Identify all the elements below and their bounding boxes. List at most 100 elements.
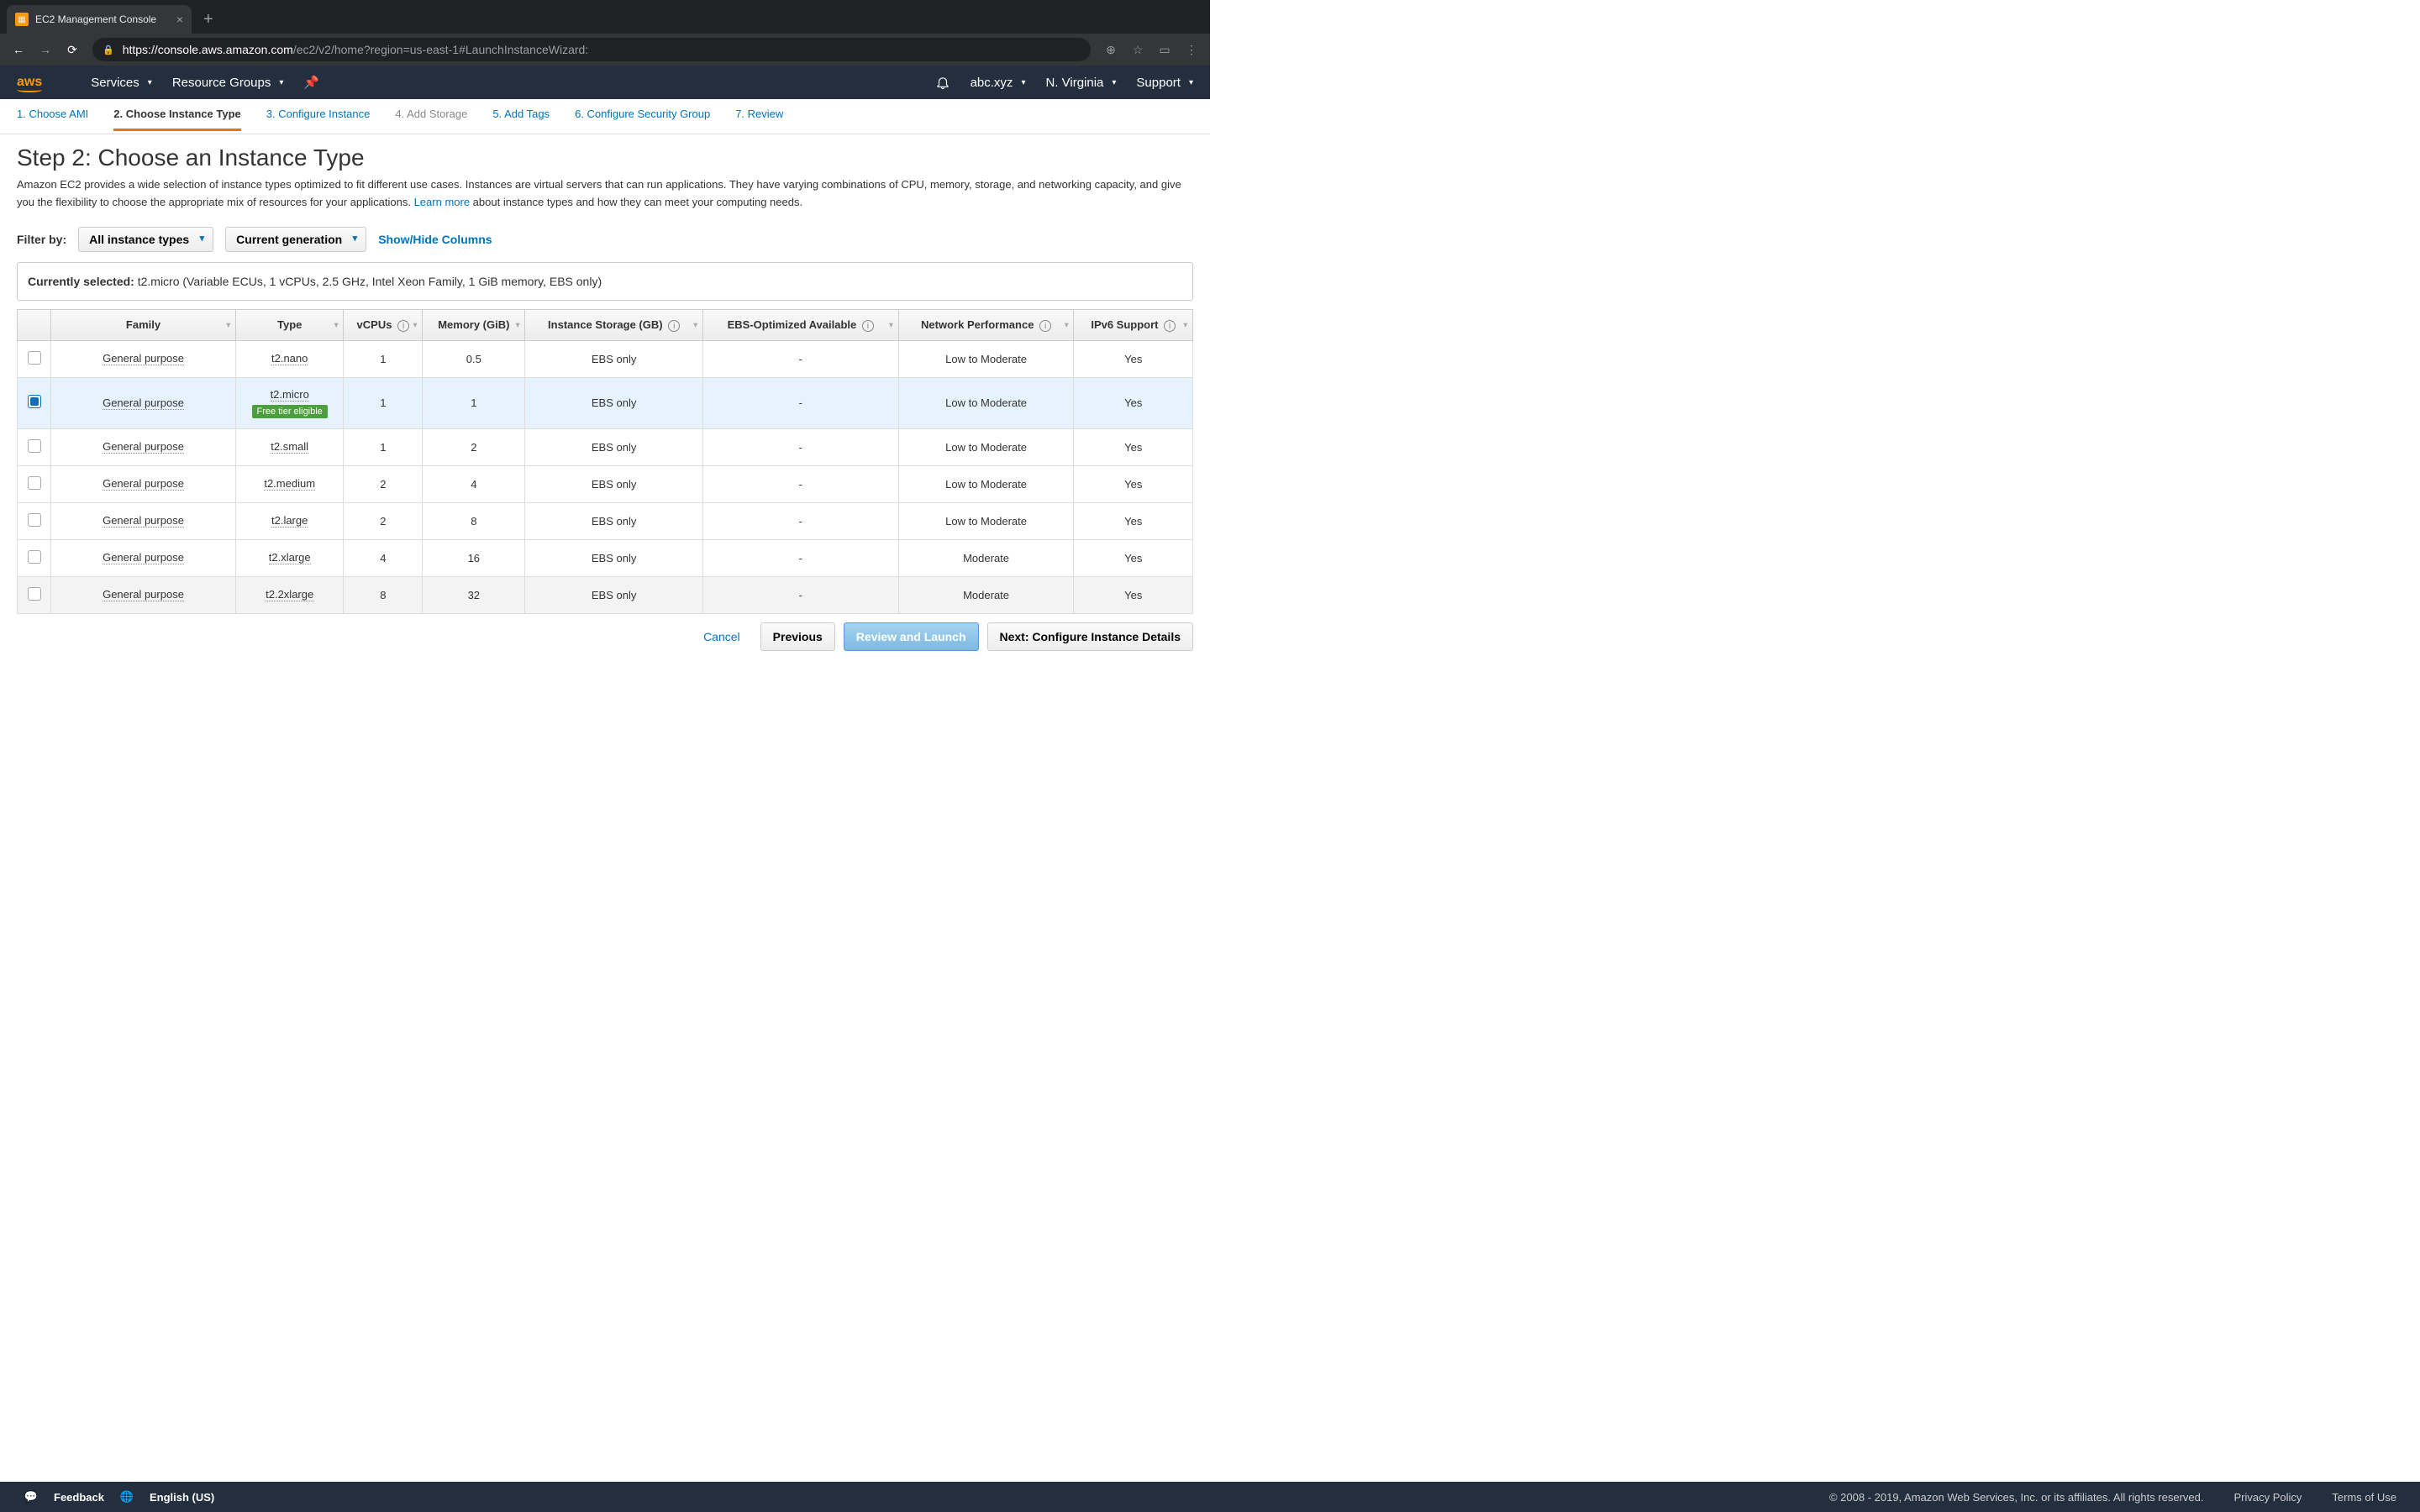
row-checkbox[interactable] bbox=[28, 513, 41, 527]
cell-vcpus: 8 bbox=[344, 576, 423, 613]
aws-logo[interactable]: aws bbox=[17, 75, 42, 90]
zoom-icon[interactable]: ⊕ bbox=[1099, 38, 1123, 61]
cell-type: t2.large bbox=[271, 514, 308, 528]
account-menu[interactable]: abc.xyz bbox=[971, 76, 1026, 90]
info-icon[interactable]: i bbox=[397, 320, 409, 332]
cell-network: Moderate bbox=[898, 539, 1074, 576]
pin-icon[interactable]: 📌 bbox=[303, 75, 319, 90]
privacy-link[interactable]: Privacy Policy bbox=[2234, 1491, 2302, 1504]
support-menu[interactable]: Support bbox=[1136, 76, 1193, 90]
col-storage[interactable]: Instance Storage (GB) i▾ bbox=[525, 309, 703, 340]
browser-tab[interactable]: ▦ EC2 Management Console × bbox=[7, 5, 192, 34]
wizard-step-7[interactable]: 7. Review bbox=[735, 108, 783, 129]
cell-storage: EBS only bbox=[525, 377, 703, 428]
menu-icon[interactable]: ⋮ bbox=[1180, 38, 1203, 61]
cell-vcpus: 1 bbox=[344, 340, 423, 377]
cancel-button[interactable]: Cancel bbox=[692, 622, 752, 651]
sort-icon: ▾ bbox=[693, 320, 697, 329]
col-vcpus[interactable]: vCPUs i▾ bbox=[344, 309, 423, 340]
page-title: Step 2: Choose an Instance Type bbox=[17, 144, 1193, 171]
region-menu[interactable]: N. Virginia bbox=[1045, 76, 1116, 90]
review-launch-button[interactable]: Review and Launch bbox=[844, 622, 979, 651]
col-network[interactable]: Network Performance i▾ bbox=[898, 309, 1074, 340]
col-ebs[interactable]: EBS-Optimized Available i▾ bbox=[702, 309, 898, 340]
language-selector[interactable]: English (US) bbox=[150, 1491, 214, 1504]
page-description: Amazon EC2 provides a wide selection of … bbox=[17, 176, 1193, 212]
address-bar[interactable]: 🔒 https://console.aws.amazon.com/ec2/v2/… bbox=[92, 38, 1091, 61]
previous-button[interactable]: Previous bbox=[760, 622, 835, 651]
cell-storage: EBS only bbox=[525, 539, 703, 576]
cell-type: t2.nano bbox=[271, 352, 308, 365]
new-tab-button[interactable]: + bbox=[192, 5, 225, 34]
cell-family: General purpose bbox=[103, 352, 184, 365]
wizard-step-3[interactable]: 3. Configure Instance bbox=[266, 108, 371, 129]
resource-groups-menu[interactable]: Resource Groups bbox=[172, 76, 284, 90]
cell-family: General purpose bbox=[103, 514, 184, 528]
back-icon[interactable]: ← bbox=[7, 38, 30, 61]
sort-icon: ▾ bbox=[226, 320, 230, 329]
wizard-step-6[interactable]: 6. Configure Security Group bbox=[575, 108, 710, 129]
table-row[interactable]: General purpose t2.medium 2 4 EBS only -… bbox=[18, 465, 1193, 502]
row-checkbox[interactable] bbox=[28, 550, 41, 564]
wizard-step-1[interactable]: 1. Choose AMI bbox=[17, 108, 88, 129]
cell-network: Low to Moderate bbox=[898, 502, 1074, 539]
next-button[interactable]: Next: Configure Instance Details bbox=[987, 622, 1194, 651]
services-menu[interactable]: Services bbox=[91, 76, 152, 90]
filter-instance-types[interactable]: All instance types bbox=[78, 227, 213, 252]
reload-icon[interactable]: ⟳ bbox=[60, 38, 84, 61]
wizard-step-2[interactable]: 2. Choose Instance Type bbox=[113, 108, 240, 131]
cell-vcpus: 1 bbox=[344, 377, 423, 428]
table-row[interactable]: General purpose t2.nano 1 0.5 EBS only -… bbox=[18, 340, 1193, 377]
filter-label: Filter by: bbox=[17, 233, 66, 246]
cell-ebs: - bbox=[702, 377, 898, 428]
cell-type: t2.2xlarge bbox=[266, 588, 313, 601]
table-row[interactable]: General purpose t2.large 2 8 EBS only - … bbox=[18, 502, 1193, 539]
info-icon[interactable]: i bbox=[1039, 320, 1051, 332]
row-checkbox[interactable] bbox=[28, 476, 41, 490]
col-type[interactable]: Type▾ bbox=[236, 309, 344, 340]
close-icon[interactable]: × bbox=[176, 13, 183, 26]
aws-footer: 💬 Feedback 🌐 English (US) © 2008 - 2019,… bbox=[0, 1482, 2420, 1512]
col-family[interactable]: Family▾ bbox=[51, 309, 236, 340]
globe-icon: 🌐 bbox=[119, 1489, 134, 1504]
col-checkbox bbox=[18, 309, 51, 340]
terms-link[interactable]: Terms of Use bbox=[2332, 1491, 2396, 1504]
cell-vcpus: 1 bbox=[344, 428, 423, 465]
cell-network: Low to Moderate bbox=[898, 428, 1074, 465]
cell-storage: EBS only bbox=[525, 465, 703, 502]
browser-toolbar: ← → ⟳ 🔒 https://console.aws.amazon.com/e… bbox=[0, 34, 1210, 66]
account-icon[interactable]: ▭ bbox=[1153, 38, 1176, 61]
star-icon[interactable]: ☆ bbox=[1126, 38, 1150, 61]
row-checkbox[interactable] bbox=[28, 439, 41, 453]
feedback-icon: 💬 bbox=[24, 1489, 39, 1504]
cell-type: t2.micro bbox=[271, 388, 309, 402]
col-ipv6[interactable]: IPv6 Support i▾ bbox=[1074, 309, 1193, 340]
col-memory[interactable]: Memory (GiB)▾ bbox=[423, 309, 525, 340]
cell-vcpus: 2 bbox=[344, 465, 423, 502]
row-checkbox[interactable] bbox=[28, 587, 41, 601]
table-row[interactable]: General purpose t2.xlarge 4 16 EBS only … bbox=[18, 539, 1193, 576]
table-row[interactable]: General purpose t2.microFree tier eligib… bbox=[18, 377, 1193, 428]
wizard-step-5[interactable]: 5. Add Tags bbox=[492, 108, 550, 129]
info-icon[interactable]: i bbox=[668, 320, 680, 332]
notifications-icon[interactable] bbox=[935, 75, 950, 90]
info-icon[interactable]: i bbox=[1164, 320, 1176, 332]
cell-memory: 8 bbox=[423, 502, 525, 539]
show-hide-columns[interactable]: Show/Hide Columns bbox=[378, 233, 492, 246]
tab-title: EC2 Management Console bbox=[35, 13, 156, 25]
table-row[interactable]: General purpose t2.2xlarge 8 32 EBS only… bbox=[18, 576, 1193, 613]
row-checkbox[interactable] bbox=[28, 351, 41, 365]
cell-ipv6: Yes bbox=[1074, 576, 1193, 613]
feedback-link[interactable]: Feedback bbox=[54, 1491, 104, 1504]
learn-more-link[interactable]: Learn more bbox=[414, 196, 470, 208]
cell-ebs: - bbox=[702, 502, 898, 539]
table-row[interactable]: General purpose t2.small 1 2 EBS only - … bbox=[18, 428, 1193, 465]
cell-family: General purpose bbox=[103, 396, 184, 410]
forward-icon[interactable]: → bbox=[34, 38, 57, 61]
info-icon[interactable]: i bbox=[862, 320, 874, 332]
cell-ipv6: Yes bbox=[1074, 539, 1193, 576]
row-checkbox[interactable] bbox=[28, 395, 41, 408]
cell-memory: 32 bbox=[423, 576, 525, 613]
cell-family: General purpose bbox=[103, 588, 184, 601]
filter-generation[interactable]: Current generation bbox=[225, 227, 366, 252]
